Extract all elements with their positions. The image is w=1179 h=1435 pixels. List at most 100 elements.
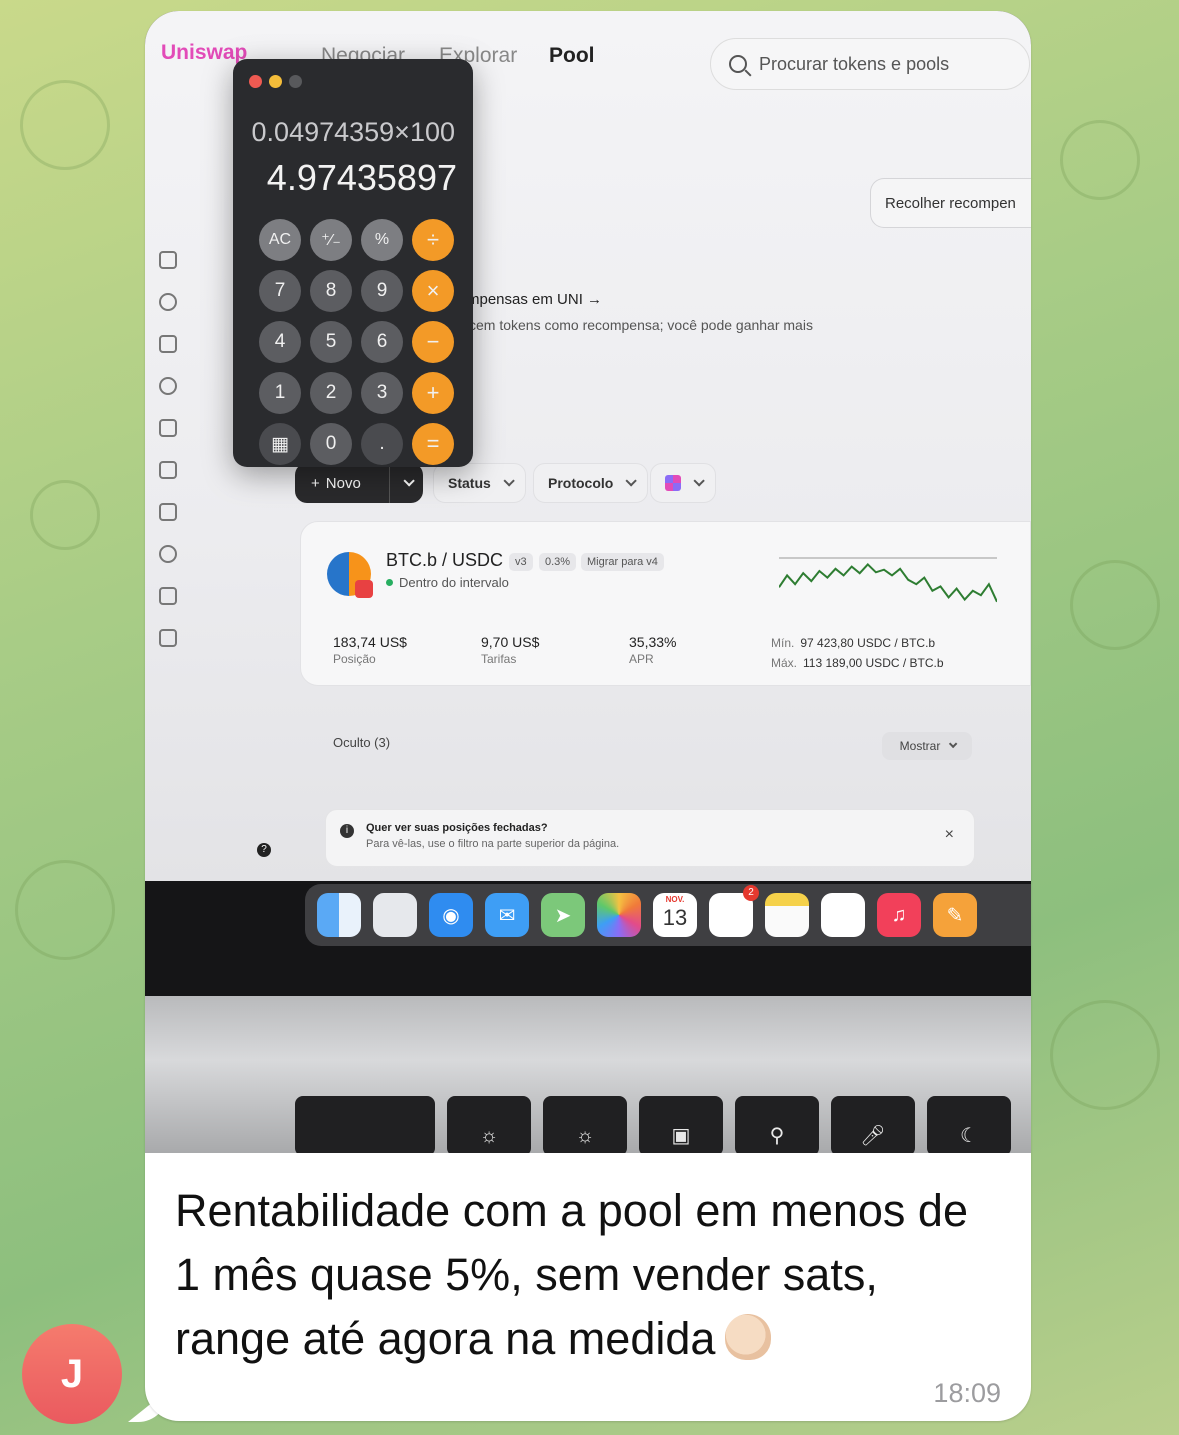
- ruler-tool-icon[interactable]: [159, 335, 177, 353]
- new-position-button[interactable]: + Novo: [295, 463, 423, 503]
- grid-icon: [665, 475, 681, 491]
- emoji-tool-icon[interactable]: [159, 293, 177, 311]
- clear-key[interactable]: AC: [259, 219, 301, 261]
- search-input[interactable]: Procurar tokens e pools: [710, 38, 1030, 90]
- calculator-window[interactable]: 0.04974359×100 4.97435897 AC ⁺∕₋% ÷ 7 8 9 × 4 5 6…: [233, 59, 473, 467]
- brightness-up-key[interactable]: ☼: [543, 1096, 627, 1153]
- launchpad-icon[interactable]: [373, 893, 417, 937]
- apr-label: APR: [629, 652, 654, 666]
- range-status: Dentro do intervalo: [386, 575, 509, 590]
- close-window-icon[interactable]: [249, 75, 262, 88]
- wallpaper-doodle: [1070, 560, 1160, 650]
- trash-tool-icon[interactable]: [159, 629, 177, 647]
- show-hidden-button[interactable]: Mostrar: [882, 732, 972, 760]
- five-key[interactable]: 5: [310, 321, 352, 363]
- plus-key[interactable]: +: [412, 372, 454, 414]
- calendar-month: NOV.: [665, 895, 685, 904]
- one-key[interactable]: 1: [259, 372, 301, 414]
- min-price: Mín. 97 423,80 USDC / BTC.b: [771, 636, 935, 650]
- reminders-badge: 2: [743, 885, 759, 901]
- pen-tool-icon[interactable]: [159, 461, 177, 479]
- search-icon: [729, 55, 747, 73]
- mail-icon[interactable]: ✉: [485, 893, 529, 937]
- rewards-title[interactable]: mpensas em UNI →: [467, 291, 602, 308]
- hidden-positions-label: Oculto (3): [333, 735, 391, 750]
- wallpaper-doodle: [30, 480, 100, 550]
- photos-icon[interactable]: [597, 893, 641, 937]
- chevron-down-icon: [949, 739, 958, 749]
- plus-icon: +: [311, 474, 320, 492]
- photo-attachment[interactable]: Uniswap Negociar Explorar Pool Procurar …: [145, 11, 1031, 1153]
- freeform-icon[interactable]: [821, 893, 865, 937]
- message-bubble[interactable]: Uniswap Negociar Explorar Pool Procurar …: [145, 11, 1031, 1421]
- max-price-label: Máx.: [771, 656, 798, 670]
- seven-key[interactable]: 7: [259, 270, 301, 312]
- finder-icon[interactable]: [317, 893, 361, 937]
- position-card[interactable]: BTC.b / USDC v3 0.3% Migrar para v4 Dent…: [300, 521, 1031, 686]
- minus-key[interactable]: −: [412, 321, 454, 363]
- multiply-key[interactable]: ×: [412, 270, 454, 312]
- collect-rewards-button[interactable]: Recolher recompen: [870, 178, 1031, 228]
- reminders-icon[interactable]: 2: [709, 885, 759, 937]
- chevron-down-icon: [625, 475, 638, 487]
- music-icon[interactable]: ♫: [877, 893, 921, 937]
- brightness-down-key[interactable]: ☼: [447, 1096, 531, 1153]
- nine-key[interactable]: 9: [361, 270, 403, 312]
- three-key[interactable]: 3: [361, 372, 403, 414]
- escape-key[interactable]: [295, 1096, 435, 1153]
- max-price-value: 113 189,00 USDC / BTC.b: [803, 656, 944, 670]
- magnet-tool-icon[interactable]: [159, 419, 177, 437]
- zero-key[interactable]: 0: [310, 423, 352, 465]
- six-key[interactable]: 6: [361, 321, 403, 363]
- wallpaper-doodle: [1060, 120, 1140, 200]
- notes-icon[interactable]: [765, 893, 809, 937]
- pages-icon[interactable]: ✎: [933, 893, 977, 937]
- maps-icon[interactable]: ➤: [541, 893, 585, 937]
- fees-label: Tarifas: [481, 652, 517, 666]
- minimize-window-icon[interactable]: [269, 75, 282, 88]
- link-tool-icon[interactable]: [159, 587, 177, 605]
- close-icon[interactable]: ×: [945, 826, 954, 844]
- four-key[interactable]: 4: [259, 321, 301, 363]
- new-dropdown-toggle[interactable]: [389, 463, 423, 503]
- decimal-key[interactable]: .: [361, 423, 403, 465]
- text-tool-icon[interactable]: [159, 251, 177, 269]
- range-status-label: Dentro do intervalo: [399, 575, 509, 590]
- chevron-down-icon: [693, 475, 705, 487]
- calculator-result: 4.97435897: [266, 157, 457, 198]
- price-chart: [779, 557, 997, 603]
- calculator-mode-icon[interactable]: ▦: [259, 423, 301, 465]
- percent-key[interactable]: %: [361, 219, 403, 261]
- two-key[interactable]: 2: [310, 372, 352, 414]
- help-icon[interactable]: ?: [257, 843, 271, 857]
- eight-key[interactable]: 8: [310, 270, 352, 312]
- view-filter[interactable]: [650, 463, 716, 503]
- sign-key[interactable]: ⁺∕₋: [310, 219, 352, 261]
- mission-control-key[interactable]: ▣: [639, 1096, 723, 1153]
- price-chart-line: [779, 562, 997, 603]
- avalanche-chain-icon: [355, 580, 373, 598]
- migrate-tag[interactable]: Migrar para v4: [581, 553, 664, 571]
- zoom-tool-icon[interactable]: [159, 377, 177, 395]
- equals-key[interactable]: =: [412, 423, 454, 465]
- focus-key[interactable]: ☾: [927, 1096, 1011, 1153]
- dictation-key[interactable]: 🎤︎: [831, 1096, 915, 1153]
- pinching-hand-emoji: [725, 1314, 772, 1360]
- eye-tool-icon[interactable]: [159, 545, 177, 563]
- zoom-window-icon[interactable]: [289, 75, 302, 88]
- lock-tool-icon[interactable]: [159, 503, 177, 521]
- nav-pool[interactable]: Pool: [549, 44, 595, 68]
- avatar-initial: J: [60, 1351, 84, 1396]
- max-price: Máx. 113 189,00 USDC / BTC.b: [771, 656, 944, 670]
- fee-tag: 0.3%: [539, 553, 577, 571]
- protocol-filter[interactable]: Protocolo: [533, 463, 649, 503]
- safari-icon[interactable]: ◉: [429, 893, 473, 937]
- apr-value: 35,33%: [629, 634, 677, 650]
- collect-rewards-label: Recolher recompen: [885, 194, 1016, 212]
- status-filter[interactable]: Status: [433, 463, 526, 503]
- uniswap-logo[interactable]: Uniswap: [161, 41, 247, 65]
- calendar-icon[interactable]: NOV. 13: [653, 893, 697, 937]
- sender-avatar[interactable]: J: [22, 1324, 122, 1424]
- divide-key[interactable]: ÷: [412, 219, 454, 261]
- spotlight-key[interactable]: ⚲: [735, 1096, 819, 1153]
